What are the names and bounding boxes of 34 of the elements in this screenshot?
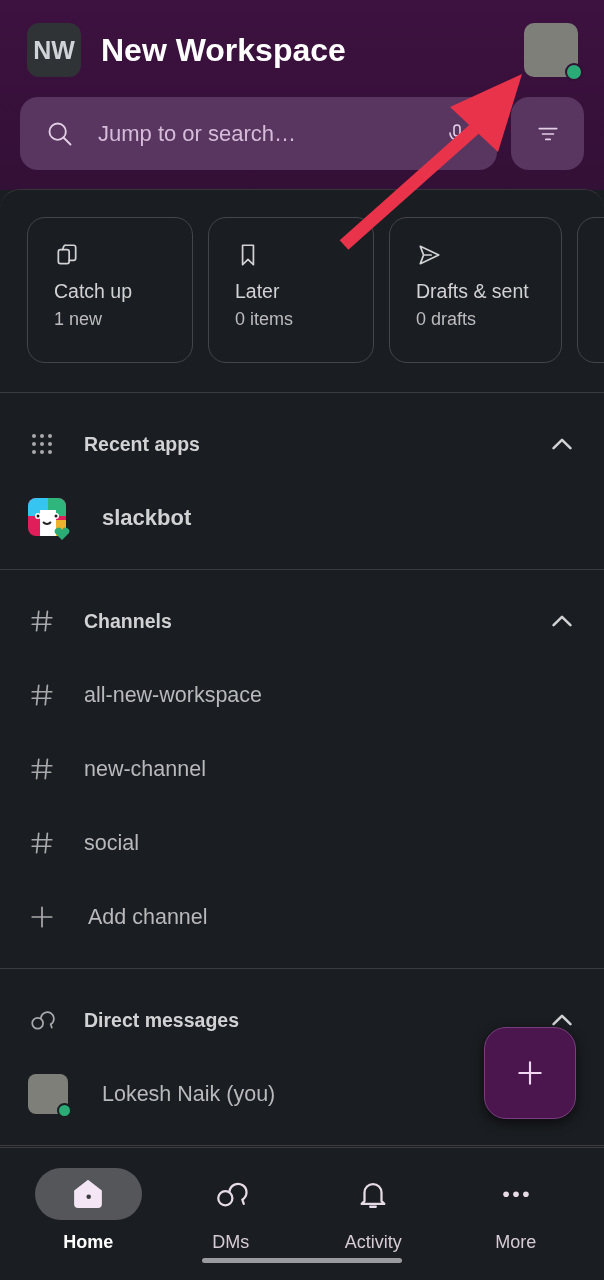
search-bar[interactable]: Jump to or search… bbox=[20, 97, 497, 170]
search-field[interactable]: Jump to or search… bbox=[96, 119, 445, 148]
quick-access-card[interactable]: Later 0 items bbox=[208, 217, 374, 363]
cards-icon bbox=[54, 242, 80, 268]
section-header[interactable]: Direct messages bbox=[84, 1008, 552, 1032]
chevron-icon[interactable] bbox=[552, 1014, 572, 1026]
chevron-icon[interactable] bbox=[552, 615, 572, 627]
workspace-title: New Workspace bbox=[101, 31, 347, 69]
quick-access-card[interactable]: Drafts & sent 0 drafts bbox=[389, 217, 562, 363]
hash-icon bbox=[29, 830, 55, 856]
hash-icon bbox=[29, 682, 55, 708]
nav-tab[interactable]: DMs bbox=[159, 1168, 302, 1253]
grid-icon bbox=[30, 432, 54, 456]
channel-name[interactable]: social bbox=[84, 830, 139, 856]
section-header[interactable]: Channels bbox=[84, 609, 552, 633]
bot-app-icon bbox=[28, 498, 68, 538]
add-channel-link[interactable]: Add channel bbox=[88, 904, 208, 930]
profile-avatar[interactable] bbox=[524, 23, 578, 77]
plus-icon bbox=[29, 904, 55, 930]
send-icon bbox=[416, 242, 442, 268]
nav-tab[interactable]: Activity bbox=[302, 1168, 445, 1253]
chevron-icon[interactable] bbox=[552, 438, 572, 450]
workspace-logo[interactable]: NW bbox=[27, 23, 81, 77]
app-name[interactable]: slackbot bbox=[102, 505, 192, 531]
channel-name[interactable]: all-new-workspace bbox=[84, 682, 263, 708]
section-header[interactable]: Recent apps bbox=[84, 432, 552, 456]
quick-access-card[interactable]: Catch up 1 new bbox=[27, 217, 193, 363]
hash-icon bbox=[29, 756, 55, 782]
filter-button[interactable] bbox=[511, 97, 584, 170]
hash-icon bbox=[29, 608, 55, 634]
nav-tab[interactable]: More bbox=[444, 1168, 587, 1253]
dm-name[interactable]: Lokesh Naik (you) bbox=[102, 1081, 276, 1107]
nav-tab[interactable]: Home bbox=[17, 1168, 160, 1253]
channel-name[interactable]: new-channel bbox=[84, 756, 206, 782]
